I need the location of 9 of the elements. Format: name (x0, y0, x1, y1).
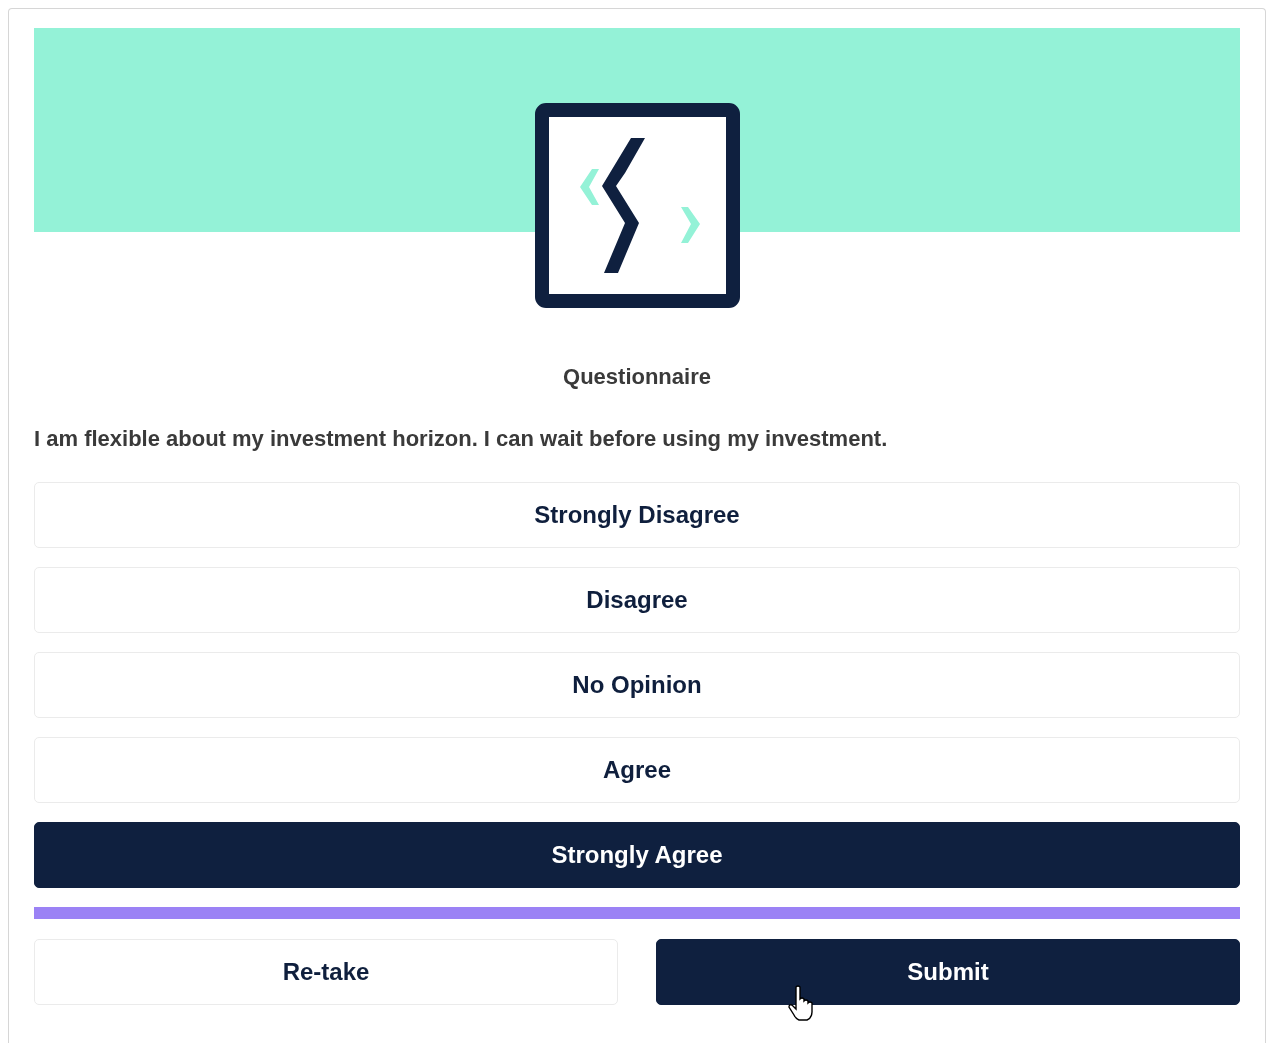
submit-button[interactable]: Submit (656, 939, 1240, 1005)
question-text: I am flexible about my investment horizon. I can wait before using my investment. (34, 426, 889, 452)
answer-option[interactable]: Disagree (34, 567, 1240, 633)
retake-button[interactable]: Re-take (34, 939, 618, 1005)
answer-option[interactable]: Strongly Disagree (34, 482, 1240, 548)
answer-option[interactable]: No Opinion (34, 652, 1240, 718)
answer-option[interactable]: Agree (34, 737, 1240, 803)
answer-option[interactable]: Strongly Agree (34, 822, 1240, 888)
page-title: Questionnaire (562, 364, 712, 390)
